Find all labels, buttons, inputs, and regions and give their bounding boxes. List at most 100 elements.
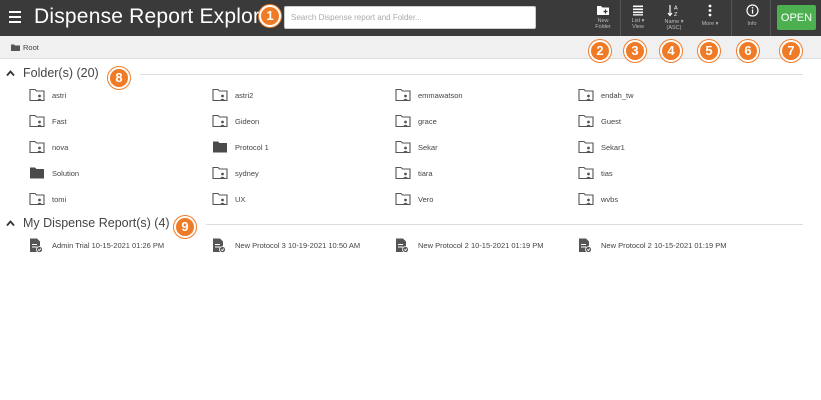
folders-section-title: Folder(s) (20) <box>23 66 99 80</box>
folder-item[interactable]: UX <box>212 192 382 208</box>
callout-badge: 4 <box>660 40 682 62</box>
shared-folder-icon <box>578 88 594 102</box>
reports-section-header[interactable]: My Dispense Report(s) (4) <box>0 216 821 232</box>
hamburger-menu-icon[interactable] <box>9 11 21 23</box>
shared-folder-icon <box>212 166 228 180</box>
folder-item[interactable]: nova <box>29 140 199 156</box>
folder-item[interactable]: astri2 <box>212 88 382 104</box>
reports-section-title: My Dispense Report(s) (4) <box>23 216 170 230</box>
sort-button[interactable]: A Z Name ▾ (ASC) <box>657 4 691 34</box>
report-icon <box>579 238 592 253</box>
svg-text:A: A <box>674 6 678 12</box>
folder-name: grace <box>418 117 437 126</box>
folder-name: astri2 <box>235 91 254 100</box>
svg-text:Z: Z <box>674 12 678 17</box>
folder-plus-icon <box>597 6 609 15</box>
toolbar-divider <box>770 0 771 36</box>
shared-folder-icon <box>578 114 594 128</box>
folder-name: Sekar <box>418 143 438 152</box>
shared-folder-icon <box>212 114 228 128</box>
folder-name: Protocol 1 <box>235 143 269 152</box>
folder-name: sydney <box>235 169 259 178</box>
folder-item[interactable]: Protocol 1 <box>212 140 382 156</box>
shared-folder-icon <box>212 88 228 102</box>
report-icon <box>213 238 226 253</box>
open-button[interactable]: OPEN <box>777 5 816 30</box>
shared-folder-icon <box>578 192 594 206</box>
sort-label-2: (ASC) <box>666 25 682 31</box>
app-title: Dispense Report Explorer <box>34 5 280 28</box>
chevron-up-icon[interactable] <box>6 69 15 77</box>
folder-item[interactable]: tias <box>578 166 748 182</box>
folder-name: Guest <box>601 117 622 126</box>
report-item[interactable]: Admin Trial 10-15-2021 01:26 PM <box>29 238 204 254</box>
folder-item[interactable]: sydney <box>212 166 382 182</box>
shared-folder-icon <box>395 114 411 128</box>
report-name: New Protocol 2 10-15-2021 01:19 PM <box>418 241 544 250</box>
folder-item[interactable]: tomi <box>29 192 199 208</box>
folder-name: wvbs <box>601 195 619 204</box>
chevron-up-icon[interactable] <box>6 219 15 227</box>
folder-name: astri <box>52 91 67 100</box>
section-divider <box>140 74 803 75</box>
info-icon <box>745 4 759 17</box>
list-view-icon <box>633 5 643 16</box>
folder-item[interactable]: astri <box>29 88 199 104</box>
callout-badge: 5 <box>698 40 720 62</box>
shared-folder-icon <box>212 192 228 206</box>
shared-folder-icon <box>395 88 411 102</box>
folder-item[interactable]: Sekar1 <box>578 140 748 156</box>
more-button[interactable]: More ▾ <box>693 4 727 34</box>
shared-folder-icon <box>29 114 45 128</box>
folder-icon <box>11 44 20 51</box>
report-name: Admin Trial 10-15-2021 01:26 PM <box>52 241 165 250</box>
callout-badge: 7 <box>780 40 802 62</box>
report-icon <box>396 238 409 253</box>
folder-name: Gideon <box>235 117 260 126</box>
folder-name: emmawatson <box>418 91 463 100</box>
folder-name: nova <box>52 143 69 152</box>
new-folder-button[interactable]: New Folder <box>586 4 620 34</box>
breadcrumb-root[interactable]: Root <box>23 43 39 52</box>
folder-item[interactable]: emmawatson <box>395 88 565 104</box>
report-name: New Protocol 3 10-19-2021 10:50 AM <box>235 241 361 250</box>
shared-folder-icon <box>578 140 594 154</box>
folder-name: Fast <box>52 117 67 126</box>
sort-az-icon: A Z <box>667 5 678 17</box>
app-header: Dispense Report Explorer New Folder List… <box>0 0 821 36</box>
folder-item[interactable]: endah_tw <box>578 88 748 104</box>
shared-folder-icon <box>29 140 45 154</box>
folder-icon <box>213 141 227 153</box>
folder-name: UX <box>235 195 246 204</box>
shared-folder-icon <box>578 166 594 180</box>
report-icon <box>30 238 43 253</box>
report-item[interactable]: New Protocol 2 10-15-2021 01:19 PM <box>578 238 753 254</box>
shared-folder-icon <box>29 88 45 102</box>
folder-item[interactable]: Fast <box>29 114 199 130</box>
folder-name: Solution <box>52 169 80 178</box>
folder-item[interactable]: wvbs <box>578 192 748 208</box>
folder-name: endah_tw <box>601 91 634 100</box>
folder-item[interactable]: tiara <box>395 166 565 182</box>
report-item[interactable]: New Protocol 3 10-19-2021 10:50 AM <box>212 238 387 254</box>
list-view-button[interactable]: List ▾ View <box>621 4 655 34</box>
folder-item[interactable]: Sekar <box>395 140 565 156</box>
folder-item[interactable]: Vero <box>395 192 565 208</box>
list-view-label-2: View <box>632 24 644 30</box>
callout-badge: 6 <box>737 40 759 62</box>
shared-folder-icon <box>395 192 411 206</box>
callout-badge: 3 <box>624 40 646 62</box>
folder-item[interactable]: Gideon <box>212 114 382 130</box>
folder-item[interactable]: Solution <box>29 166 199 182</box>
callout-badge: 9 <box>174 216 196 238</box>
folder-item[interactable]: grace <box>395 114 565 130</box>
folder-name: Vero <box>418 195 434 204</box>
folder-name: Sekar1 <box>601 143 625 152</box>
folder-item[interactable]: Guest <box>578 114 748 130</box>
search-input[interactable] <box>284 6 536 29</box>
report-item[interactable]: New Protocol 2 10-15-2021 01:19 PM <box>395 238 570 254</box>
info-button[interactable]: Info <box>735 4 769 34</box>
toolbar-divider <box>731 0 732 36</box>
folder-name: tiara <box>418 169 433 178</box>
new-folder-label-2: Folder <box>595 24 611 30</box>
